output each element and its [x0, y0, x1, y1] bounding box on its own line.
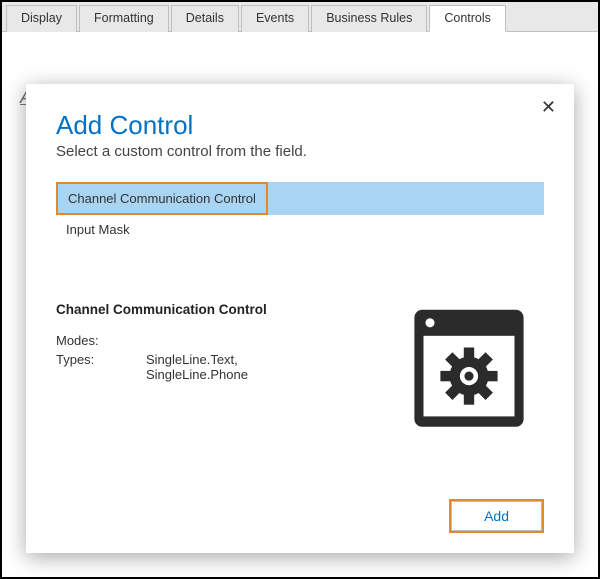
modal-subtitle: Select a custom control from the field. [56, 143, 544, 160]
details-title: Channel Communication Control [56, 302, 364, 317]
control-preview-icon [404, 302, 534, 437]
add-button[interactable]: Add [451, 501, 542, 531]
content-area: A ✕ Add Control Select a custom control … [2, 32, 598, 577]
close-button[interactable]: ✕ [541, 98, 556, 116]
modes-label: Modes: [56, 333, 146, 348]
types-value: SingleLine.Text, SingleLine.Phone [146, 352, 364, 382]
add-control-modal: ✕ Add Control Select a custom control fr… [26, 84, 574, 553]
modal-footer: Add [56, 489, 544, 533]
control-item-input-mask[interactable]: Input Mask [56, 215, 544, 244]
modes-value [146, 333, 364, 348]
close-icon: ✕ [541, 97, 556, 117]
tab-formatting[interactable]: Formatting [79, 5, 169, 32]
control-item-channel-communication[interactable]: Channel Communication Control [58, 184, 266, 213]
control-item-selected-bg [268, 182, 544, 215]
tab-display[interactable]: Display [6, 5, 77, 32]
tab-business-rules[interactable]: Business Rules [311, 5, 427, 32]
control-list: Channel Communication Control Input Mask [56, 182, 544, 244]
tab-details[interactable]: Details [171, 5, 239, 32]
types-label: Types: [56, 352, 146, 382]
modal-title: Add Control [56, 110, 544, 141]
tab-bar: Display Formatting Details Events Busine… [2, 2, 598, 32]
control-details: Channel Communication Control Modes: Typ… [56, 302, 544, 489]
tab-controls[interactable]: Controls [429, 5, 506, 32]
tab-events[interactable]: Events [241, 5, 309, 32]
